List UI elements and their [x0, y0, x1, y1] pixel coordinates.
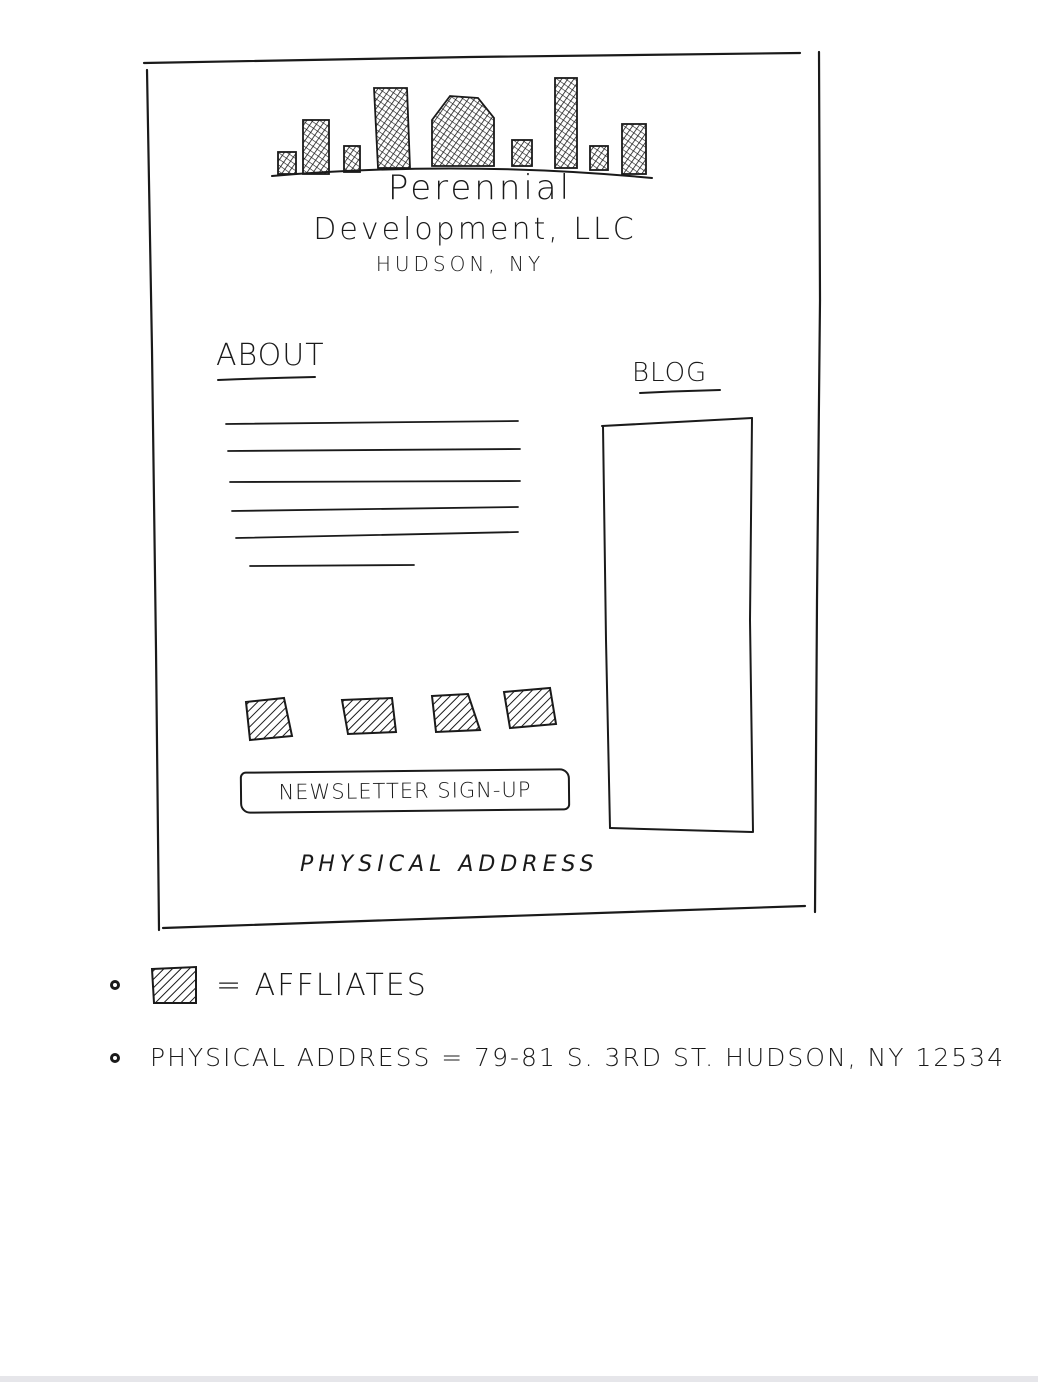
blog-heading-underline [639, 389, 721, 394]
physical-address-footer: PHYSICAL ADDRESS [300, 852, 599, 877]
about-heading: ABOUT [216, 338, 325, 373]
company-name-line2: Development, LLC [313, 212, 637, 247]
legend-address-text: PHYSICAL ADDRESS = 79-81 S. 3RD ST. HUDS… [150, 1043, 1006, 1072]
company-name-line1: Perennial [387, 168, 573, 208]
blog-heading: BLOG [632, 358, 708, 388]
blog-content-box[interactable] [601, 417, 754, 833]
about-heading-underline [217, 376, 316, 381]
hatched-square-icon [150, 965, 197, 1004]
affiliates-row [244, 686, 558, 742]
affiliate-logo[interactable] [430, 692, 482, 734]
legend-affiliates-text: = AFFLIATES [216, 967, 428, 1003]
newsletter-signup-button[interactable]: NEWSLETTER SIGN-UP [239, 768, 571, 814]
affiliate-logo[interactable] [244, 696, 294, 742]
legend-item-affiliates: = AFFLIATES [110, 965, 428, 1005]
legend-item-address: PHYSICAL ADDRESS = 79-81 S. 3RD ST. HUDS… [110, 1043, 1005, 1072]
newsletter-signup-label: NEWSLETTER SIGN-UP [278, 777, 532, 805]
bottom-edge [0, 1376, 1038, 1382]
affiliate-logo[interactable] [340, 696, 398, 736]
bullet-icon [110, 1052, 120, 1063]
bullet-icon [110, 980, 120, 990]
about-text-placeholder [225, 420, 521, 567]
affiliate-logo[interactable] [502, 686, 558, 730]
city-skyline-icon [271, 77, 653, 179]
company-location: HUDSON, NY [375, 252, 545, 276]
